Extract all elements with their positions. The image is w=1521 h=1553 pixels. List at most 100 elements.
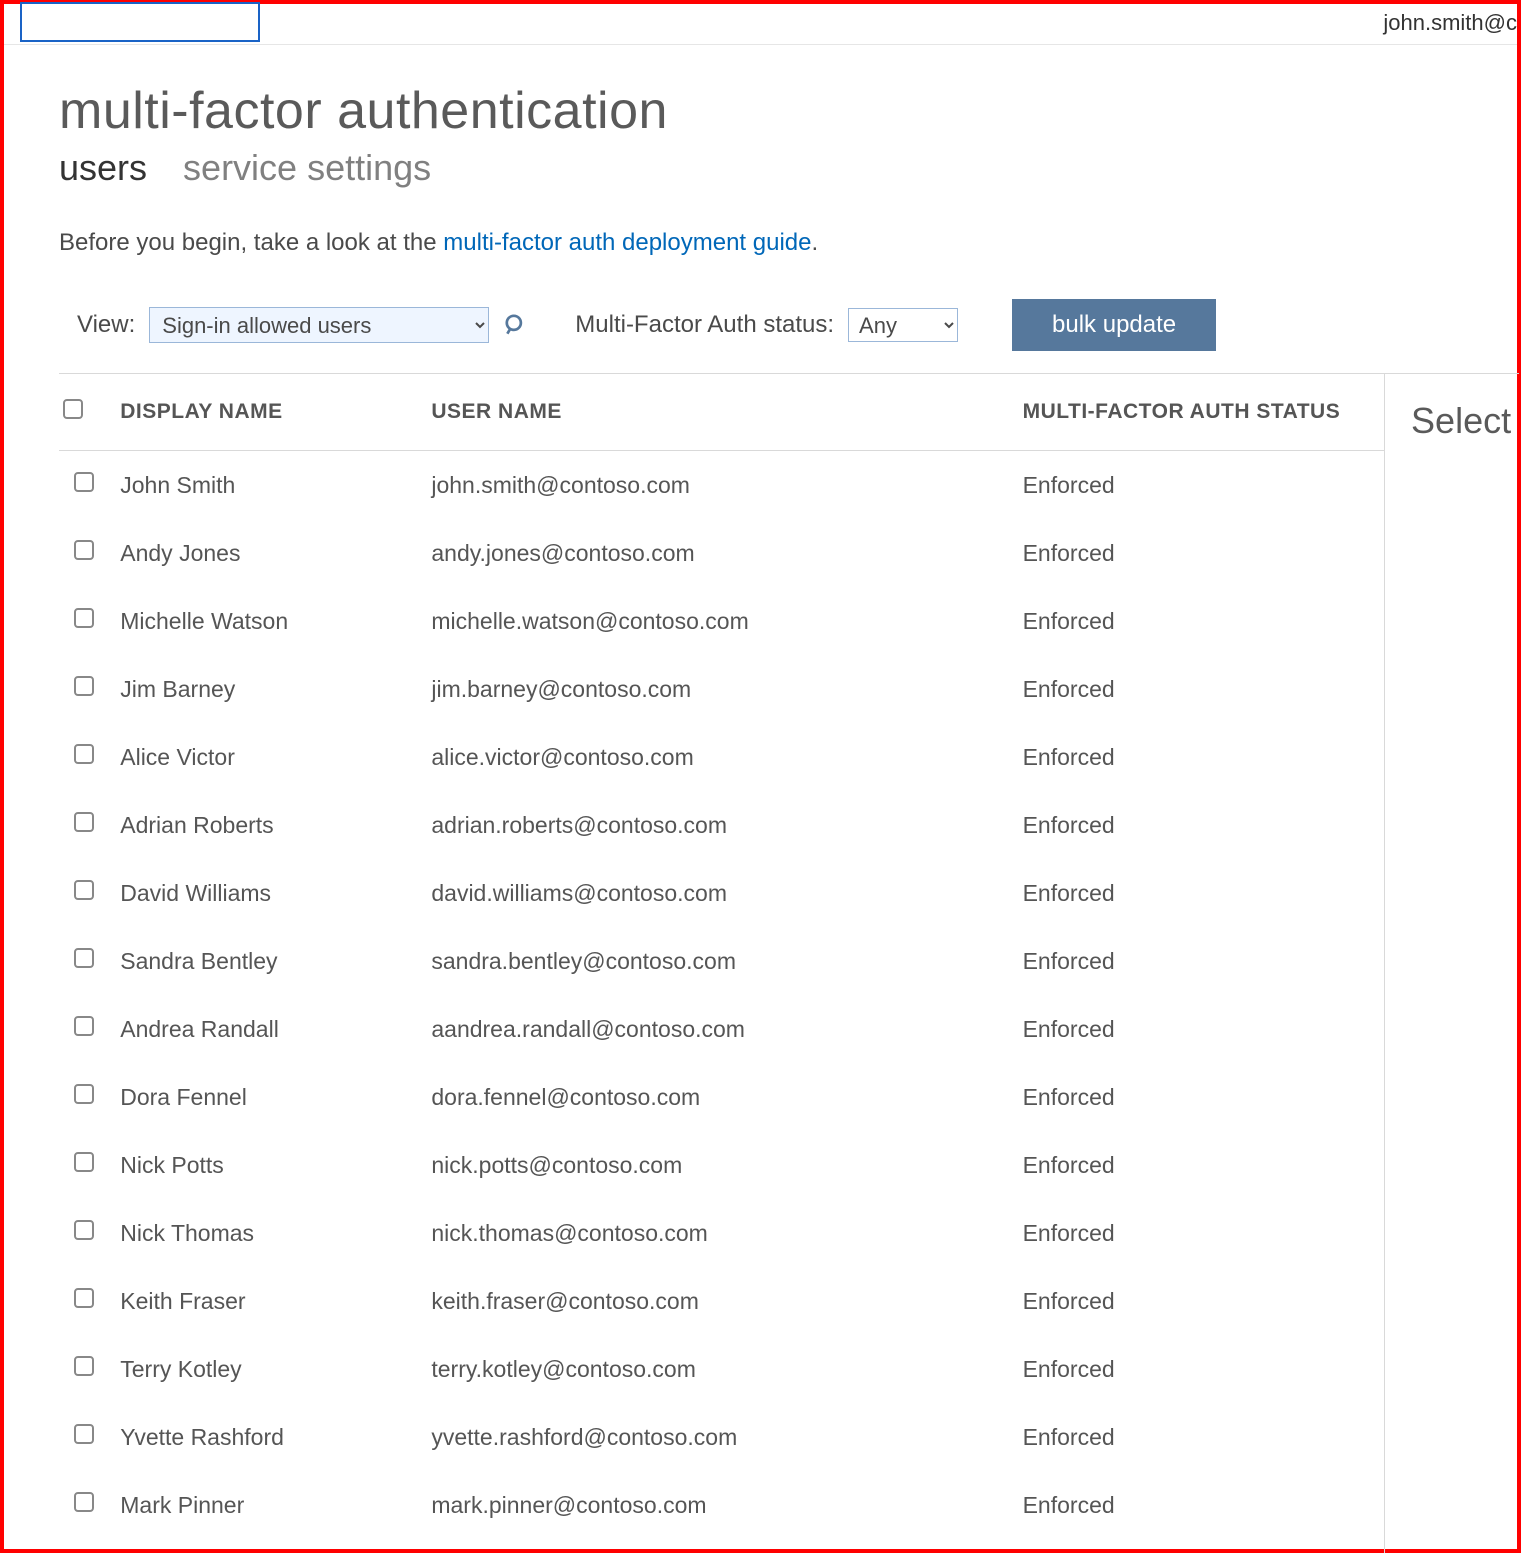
row-checkbox[interactable] (74, 540, 94, 560)
row-checkbox[interactable] (74, 1356, 94, 1376)
row-checkbox[interactable] (74, 676, 94, 696)
table-row[interactable]: Yvette Rashfordyvette.rashford@contoso.c… (59, 1403, 1384, 1471)
col-header-status[interactable]: MULTI-FACTOR AUTH STATUS (1023, 374, 1384, 451)
table-row[interactable]: Terry Kotleyterry.kotley@contoso.comEnfo… (59, 1335, 1384, 1403)
cell-display-name: Dora Fennel (120, 1063, 431, 1131)
page-title: multi-factor authentication (59, 81, 1517, 141)
table-row[interactable]: Andy Jonesandy.jones@contoso.comEnforced (59, 519, 1384, 587)
side-panel-title: Select (1411, 400, 1519, 442)
table-row[interactable]: David Clarksondavid.clarkson@contoso.com… (59, 1539, 1384, 1553)
cell-status: Enforced (1023, 723, 1384, 791)
intro-prefix: Before you begin, take a look at the (59, 229, 443, 256)
cell-display-name: Nick Potts (120, 1131, 431, 1199)
top-bar: john.smith@c (4, 4, 1517, 45)
view-select[interactable]: Sign-in allowed users (149, 307, 489, 343)
row-checkbox[interactable] (74, 1492, 94, 1512)
col-header-display-name[interactable]: DISPLAY NAME (120, 374, 431, 451)
col-header-user-name[interactable]: USER NAME (431, 374, 1022, 451)
search-icon[interactable] (503, 312, 529, 338)
cell-status: Enforced (1023, 587, 1384, 655)
cell-display-name: Keith Fraser (120, 1267, 431, 1335)
table-row[interactable]: Mark Pinnermark.pinner@contoso.comEnforc… (59, 1471, 1384, 1539)
cell-status: Enforced (1023, 1403, 1384, 1471)
cell-display-name: Andy Jones (120, 519, 431, 587)
browser-tab-placeholder[interactable] (20, 2, 260, 42)
table-row[interactable]: Nick Thomasnick.thomas@contoso.comEnforc… (59, 1199, 1384, 1267)
table-row[interactable]: John Smithjohn.smith@contoso.comEnforced (59, 451, 1384, 520)
cell-user-name: david.clarkson@contoso.com (431, 1539, 1022, 1553)
cell-display-name: David Williams (120, 859, 431, 927)
row-checkbox[interactable] (74, 608, 94, 628)
table-row[interactable]: Alice Victoralice.victor@contoso.comEnfo… (59, 723, 1384, 791)
row-checkbox[interactable] (74, 880, 94, 900)
cell-status: Enforced (1023, 995, 1384, 1063)
cell-user-name: sandra.bentley@contoso.com (431, 927, 1022, 995)
cell-display-name: Alice Victor (120, 723, 431, 791)
row-checkbox[interactable] (74, 1016, 94, 1036)
row-checkbox[interactable] (74, 1084, 94, 1104)
view-label: View: (77, 311, 135, 339)
tab-users[interactable]: users (59, 147, 147, 189)
row-checkbox[interactable] (74, 1424, 94, 1444)
cell-status: Enforced (1023, 927, 1384, 995)
cell-display-name: John Smith (120, 451, 431, 520)
row-checkbox[interactable] (74, 1220, 94, 1240)
users-table: DISPLAY NAME USER NAME MULTI-FACTOR AUTH… (59, 374, 1384, 1553)
row-checkbox[interactable] (74, 1152, 94, 1172)
cell-status: Enforced (1023, 1199, 1384, 1267)
cell-status: Enforced (1023, 1539, 1384, 1553)
select-all-checkbox[interactable] (63, 399, 83, 419)
cell-status: Enforced (1023, 1471, 1384, 1539)
cell-user-name: yvette.rashford@contoso.com (431, 1403, 1022, 1471)
cell-user-name: aandrea.randall@contoso.com (431, 995, 1022, 1063)
table-row[interactable]: Adrian Robertsadrian.roberts@contoso.com… (59, 791, 1384, 859)
intro-suffix: . (811, 229, 818, 256)
table-row[interactable]: David Williamsdavid.williams@contoso.com… (59, 859, 1384, 927)
side-panel: Select (1384, 374, 1519, 1553)
cell-display-name: Terry Kotley (120, 1335, 431, 1403)
cell-user-name: andy.jones@contoso.com (431, 519, 1022, 587)
table-row[interactable]: Andrea Randallaandrea.randall@contoso.co… (59, 995, 1384, 1063)
cell-user-name: alice.victor@contoso.com (431, 723, 1022, 791)
cell-status: Enforced (1023, 519, 1384, 587)
row-checkbox[interactable] (74, 1288, 94, 1308)
cell-status: Enforced (1023, 1131, 1384, 1199)
cell-user-name: adrian.roberts@contoso.com (431, 791, 1022, 859)
tab-service-settings[interactable]: service settings (183, 147, 431, 189)
row-checkbox[interactable] (74, 744, 94, 764)
table-row[interactable]: Keith Fraserkeith.fraser@contoso.comEnfo… (59, 1267, 1384, 1335)
cell-user-name: mark.pinner@contoso.com (431, 1471, 1022, 1539)
table-header-row: DISPLAY NAME USER NAME MULTI-FACTOR AUTH… (59, 374, 1384, 451)
cell-status: Enforced (1023, 1063, 1384, 1131)
cell-status: Enforced (1023, 1267, 1384, 1335)
cell-status: Enforced (1023, 451, 1384, 520)
table-row[interactable]: Nick Pottsnick.potts@contoso.comEnforced (59, 1131, 1384, 1199)
cell-status: Enforced (1023, 655, 1384, 723)
cell-user-name: terry.kotley@contoso.com (431, 1335, 1022, 1403)
table-row[interactable]: Dora Fenneldora.fennel@contoso.comEnforc… (59, 1063, 1384, 1131)
bulk-update-button[interactable]: bulk update (1012, 299, 1216, 351)
table-row[interactable]: Jim Barneyjim.barney@contoso.comEnforced (59, 655, 1384, 723)
cell-display-name: Andrea Randall (120, 995, 431, 1063)
cell-user-name: david.williams@contoso.com (431, 859, 1022, 927)
cell-user-name: dora.fennel@contoso.com (431, 1063, 1022, 1131)
cell-display-name: Mark Pinner (120, 1471, 431, 1539)
cell-display-name: Michelle Watson (120, 587, 431, 655)
cell-user-name: jim.barney@contoso.com (431, 655, 1022, 723)
cell-status: Enforced (1023, 1335, 1384, 1403)
deployment-guide-link[interactable]: multi-factor auth deployment guide (443, 229, 811, 256)
cell-user-name: john.smith@contoso.com (431, 451, 1022, 520)
table-row[interactable]: Sandra Bentleysandra.bentley@contoso.com… (59, 927, 1384, 995)
status-select[interactable]: Any (848, 308, 958, 342)
status-label: Multi-Factor Auth status: (575, 311, 834, 339)
page-tabs: users service settings (59, 147, 1517, 189)
table-row[interactable]: Michelle Watsonmichelle.watson@contoso.c… (59, 587, 1384, 655)
cell-status: Enforced (1023, 791, 1384, 859)
row-checkbox[interactable] (74, 472, 94, 492)
account-email[interactable]: john.smith@c (1383, 10, 1517, 36)
cell-user-name: keith.fraser@contoso.com (431, 1267, 1022, 1335)
cell-display-name: Yvette Rashford (120, 1403, 431, 1471)
row-checkbox[interactable] (74, 812, 94, 832)
row-checkbox[interactable] (74, 948, 94, 968)
cell-user-name: michelle.watson@contoso.com (431, 587, 1022, 655)
